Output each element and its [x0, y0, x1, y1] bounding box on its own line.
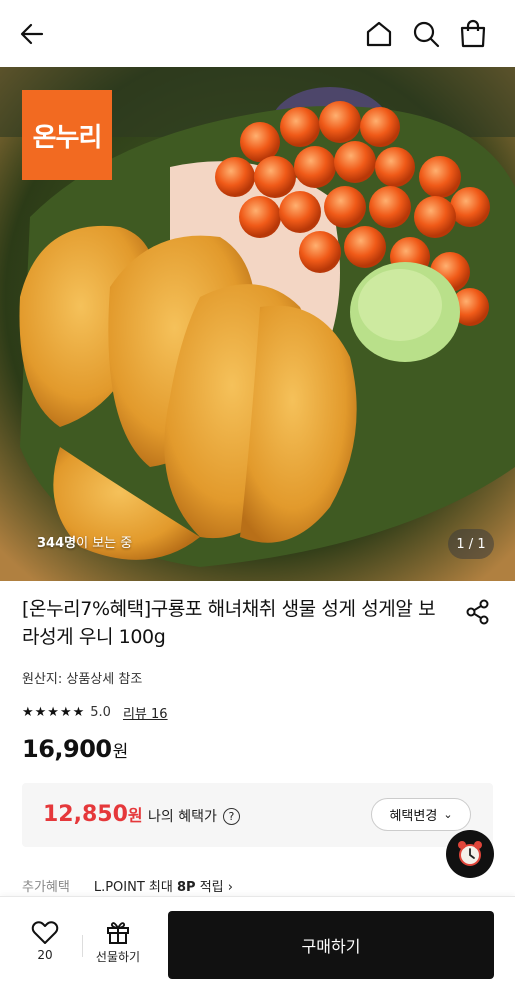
rating-score: 5.0 — [90, 705, 111, 720]
question-circle-icon[interactable]: ? — [222, 807, 240, 825]
heart-icon — [31, 921, 59, 944]
review-link[interactable]: 리뷰 16 — [123, 703, 168, 722]
benefit-box: 12,850원 나의 혜택가? 혜택변경 ⌄ — [22, 783, 493, 847]
lpoint-info: L.POINT 최대 8P 적립 › — [93, 880, 233, 895]
product-title: [온누리7%혜택]구룡포 해녀채취 생물 성게 성게알 보라성게 우니 100g — [22, 598, 436, 648]
shopping-bag-icon[interactable] — [458, 19, 488, 49]
origin-info: 원산지: 상품상세 참조 — [22, 672, 143, 687]
benefit-label: 나의 혜택가? — [148, 806, 240, 826]
divider — [82, 935, 83, 957]
search-icon[interactable] — [411, 19, 441, 49]
extra-benefit-row[interactable]: 추가혜택 L.POINT 최대 8P 적립 › — [22, 876, 233, 895]
image-pager: 1 / 1 — [448, 529, 494, 559]
home-icon[interactable] — [364, 19, 394, 49]
extra-benefit-label: 추가혜택 — [22, 880, 70, 895]
gift-icon — [107, 922, 129, 944]
product-image[interactable]: 온누리 344명이 보는 중 1 / 1 — [0, 67, 515, 581]
alarm-clock-icon — [458, 841, 482, 866]
gift-button[interactable]: 선물하기 — [88, 919, 148, 965]
bottom-action-bar: 20 선물하기 구매하기 — [0, 896, 515, 1000]
alarm-clock-button[interactable] — [446, 830, 494, 878]
benefit-price: 12,850원 — [43, 802, 143, 827]
arrow-left-icon[interactable] — [18, 20, 46, 48]
share-icon[interactable] — [464, 598, 492, 626]
benefit-change-button[interactable]: 혜택변경 ⌄ — [371, 798, 471, 831]
chevron-down-icon: ⌄ — [443, 808, 453, 821]
top-bar — [0, 0, 515, 67]
buy-button[interactable]: 구매하기 — [168, 911, 494, 979]
regular-price: 16,900원 — [22, 735, 128, 763]
viewer-count: 344명이 보는 중 — [37, 536, 133, 551]
rating-row: ★★★★★ 5.0 리뷰 16 — [22, 703, 168, 722]
gift-label: 선물하기 — [95, 950, 141, 964]
onnuri-logo: 온누리 — [22, 90, 112, 180]
like-count: 20 — [37, 948, 53, 962]
star-icon: ★★★★★ — [22, 705, 86, 720]
like-button[interactable]: 20 — [22, 919, 68, 962]
